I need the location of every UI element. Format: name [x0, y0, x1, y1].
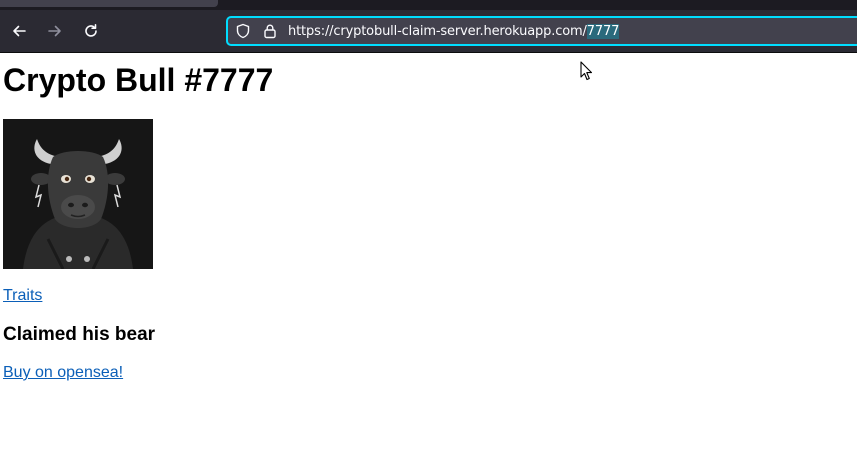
buy-on-opensea-link[interactable]: Buy on opensea!: [3, 364, 123, 382]
browser-toolbar: https://cryptobull-claim-server.herokuap…: [0, 10, 857, 53]
url-bar[interactable]: https://cryptobull-claim-server.herokuap…: [226, 16, 857, 46]
reload-icon: [85, 24, 97, 37]
reload-button[interactable]: [77, 17, 105, 45]
traits-link[interactable]: Traits: [3, 287, 42, 305]
browser-tab[interactable]: [0, 0, 218, 7]
url-text[interactable]: https://cryptobull-claim-server.herokuap…: [288, 23, 619, 41]
url-selected-text: 7777: [586, 24, 620, 39]
lock-icon[interactable]: [262, 23, 278, 39]
forward-button[interactable]: [41, 17, 69, 45]
back-button[interactable]: [5, 17, 33, 45]
url-prefix: https://cryptobull-claim-server.herokuap…: [288, 24, 587, 39]
page-title: Crypto Bull #7777: [3, 62, 274, 98]
forward-arrow-icon: [48, 25, 61, 37]
shield-icon[interactable]: [235, 23, 251, 39]
claimed-status-heading: Claimed his bear: [3, 324, 156, 345]
bull-image: [3, 119, 153, 269]
tab-strip: [0, 0, 857, 10]
mouse-cursor-icon: [580, 61, 593, 81]
back-arrow-icon: [13, 25, 26, 37]
bull-artwork: [3, 119, 153, 269]
